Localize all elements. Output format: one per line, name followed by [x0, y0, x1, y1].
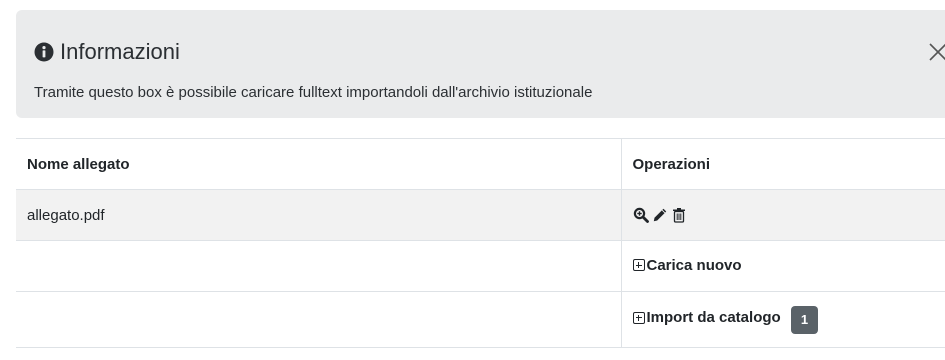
close-icon[interactable] [926, 40, 945, 64]
info-alert: Informazioni Tramite questo box è possib… [16, 10, 945, 118]
plus-square-icon [632, 259, 645, 272]
empty-cell [16, 291, 622, 348]
alert-message: Tramite questo box è possibile caricare … [34, 84, 593, 101]
edit-pencil-icon[interactable] [652, 207, 668, 223]
import-catalog-button[interactable]: Import da catalogo [632, 309, 781, 326]
info-circle-icon [34, 42, 54, 62]
attachments-table: Nome allegato Operazioni allegato.pdf Ca… [16, 138, 945, 348]
upload-new-button[interactable]: Carica nuovo [632, 256, 742, 274]
zoom-icon[interactable] [633, 207, 649, 223]
alert-header: Informazioni [34, 40, 180, 64]
upload-action-cell: Carica nuovo [621, 240, 945, 292]
table-row: allegato.pdf [16, 189, 945, 241]
file-name-cell: allegato.pdf [16, 189, 622, 241]
upload-new-label: Carica nuovo [646, 256, 742, 274]
table-header-row: Nome allegato Operazioni [16, 138, 945, 190]
import-catalog-label: Import da catalogo [646, 309, 781, 326]
alert-title: Informazioni [60, 39, 180, 64]
import-action-cell: Import da catalogo 1 [621, 291, 945, 348]
column-header-operations: Operazioni [621, 138, 945, 190]
column-header-name: Nome allegato [16, 138, 622, 190]
count-badge: 1 [790, 305, 819, 334]
plus-square-icon [632, 311, 645, 324]
empty-cell [16, 240, 622, 292]
table-row: Import da catalogo 1 [16, 291, 945, 348]
trash-icon[interactable] [671, 207, 687, 223]
table-row: Carica nuovo [16, 240, 945, 292]
operations-cell [621, 189, 945, 241]
